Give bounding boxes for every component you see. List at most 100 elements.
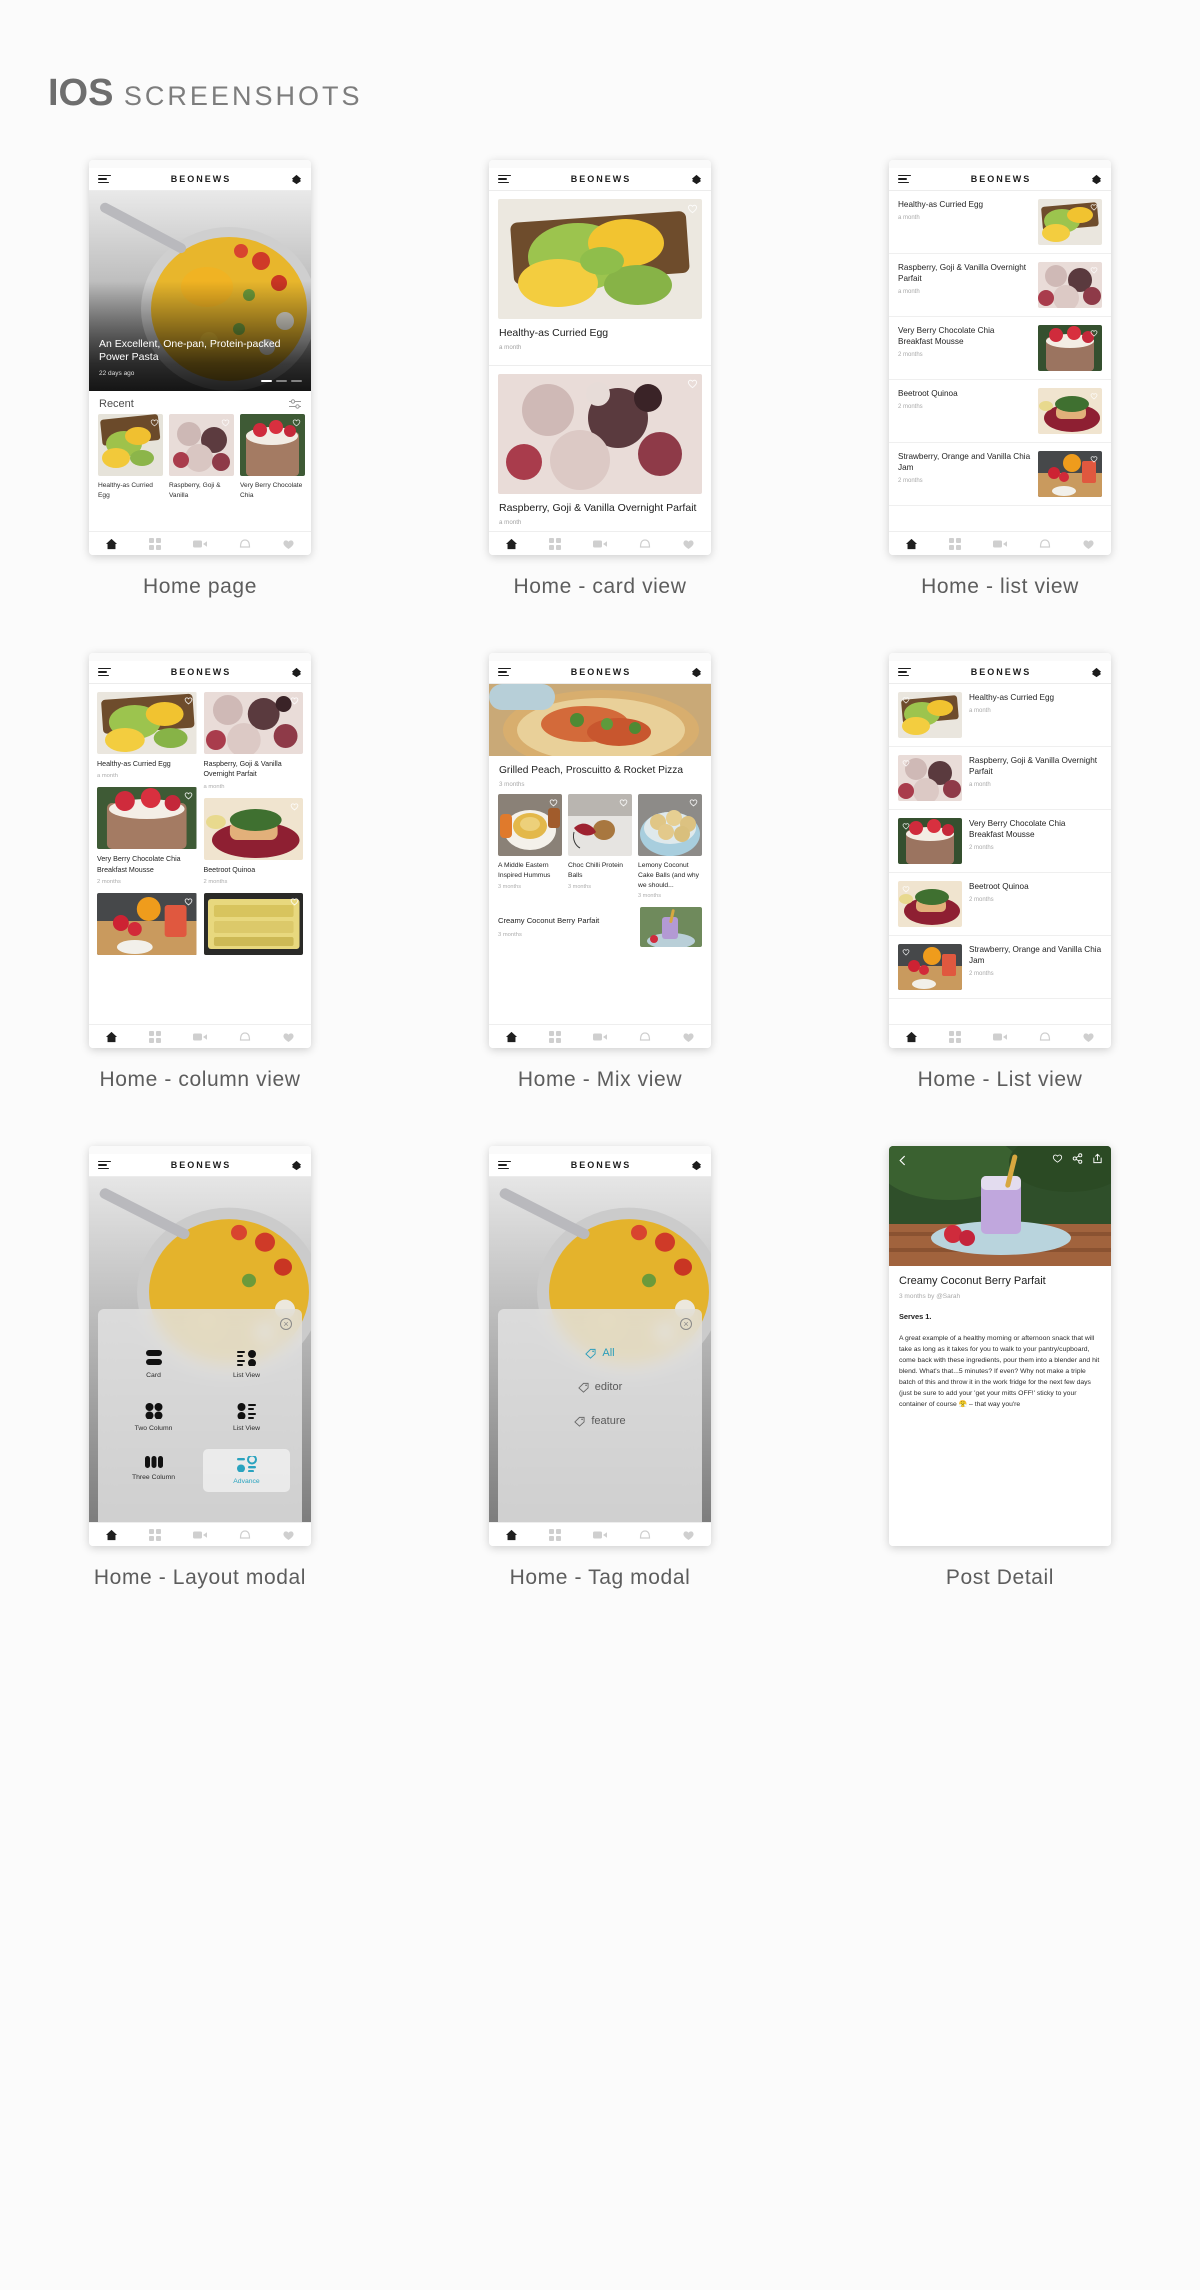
hamburger-icon[interactable] bbox=[498, 174, 511, 184]
diamond-icon[interactable] bbox=[1091, 667, 1102, 678]
list-item[interactable]: Very Berry Chocolate Chia Breakfast Mous… bbox=[889, 810, 1111, 873]
layout-option-list-view-left[interactable]: List View bbox=[203, 1396, 290, 1439]
recent-item[interactable]: Raspberry, Goji & Vanilla bbox=[169, 414, 234, 500]
back-button[interactable] bbox=[897, 1153, 908, 1171]
video-icon[interactable] bbox=[192, 1530, 207, 1540]
grid-icon[interactable] bbox=[549, 537, 562, 550]
layout-option-list-view-right[interactable]: List View bbox=[203, 1343, 290, 1386]
list-item[interactable]: Strawberry, Orange and Vanilla Chia Jam … bbox=[889, 443, 1111, 506]
list-item[interactable]: Raspberry, Goji & Vanilla Overnight Parf… bbox=[889, 254, 1111, 317]
layout-option-three-column[interactable]: Three Column bbox=[110, 1449, 197, 1492]
share-icon[interactable] bbox=[1072, 1153, 1083, 1164]
bell-icon[interactable] bbox=[239, 1529, 251, 1541]
hamburger-icon[interactable] bbox=[98, 1160, 111, 1170]
grid-icon[interactable] bbox=[549, 1528, 562, 1541]
column-item[interactable] bbox=[97, 892, 197, 955]
carousel-dots[interactable] bbox=[261, 380, 302, 382]
home-icon[interactable] bbox=[105, 538, 118, 550]
video-icon[interactable] bbox=[992, 1032, 1007, 1042]
heart-icon[interactable] bbox=[292, 418, 301, 427]
heart-icon[interactable] bbox=[184, 897, 193, 906]
bell-icon[interactable] bbox=[1039, 538, 1051, 550]
heart-icon[interactable] bbox=[682, 1529, 695, 1541]
video-icon[interactable] bbox=[592, 539, 607, 549]
heart-icon[interactable] bbox=[1082, 1031, 1095, 1043]
heart-icon[interactable] bbox=[282, 538, 295, 550]
heart-icon[interactable] bbox=[682, 1031, 695, 1043]
column-item[interactable]: Very Berry Chocolate Chia Breakfast Mous… bbox=[97, 787, 197, 885]
diamond-icon[interactable] bbox=[291, 667, 302, 678]
heart-icon[interactable] bbox=[184, 791, 193, 800]
mix-list-item[interactable]: Creamy Coconut Berry Parfait 3 months bbox=[489, 899, 711, 955]
card-item[interactable]: Raspberry, Goji & Vanilla Overnight Parf… bbox=[489, 374, 711, 531]
heart-icon[interactable] bbox=[549, 798, 558, 807]
diamond-icon[interactable] bbox=[691, 667, 702, 678]
hamburger-icon[interactable] bbox=[898, 174, 911, 184]
heart-icon[interactable] bbox=[282, 1529, 295, 1541]
heart-icon[interactable] bbox=[689, 798, 698, 807]
heart-icon[interactable] bbox=[221, 418, 230, 427]
triple-item[interactable]: Lemony Coconut Cake Balls (and why we sh… bbox=[638, 794, 702, 899]
home-icon[interactable] bbox=[905, 1031, 918, 1043]
home-icon[interactable] bbox=[505, 538, 518, 550]
home-icon[interactable] bbox=[105, 1031, 118, 1043]
video-icon[interactable] bbox=[592, 1530, 607, 1540]
heart-icon[interactable] bbox=[290, 802, 299, 811]
triple-item[interactable]: Choc Chilli Protein Balls 3 months bbox=[568, 794, 632, 899]
feature-image[interactable] bbox=[489, 684, 711, 756]
heart-icon[interactable] bbox=[290, 696, 299, 705]
heart-icon[interactable] bbox=[902, 948, 910, 956]
hamburger-icon[interactable] bbox=[498, 1160, 511, 1170]
heart-icon[interactable] bbox=[1090, 203, 1098, 211]
heart-icon[interactable] bbox=[184, 696, 193, 705]
grid-icon[interactable] bbox=[949, 537, 962, 550]
tag-option-editor[interactable]: editor bbox=[577, 1381, 622, 1393]
home-icon[interactable] bbox=[505, 1031, 518, 1043]
heart-icon[interactable] bbox=[150, 418, 159, 427]
list-item[interactable]: Healthy-as Curried Egg a month bbox=[889, 684, 1111, 747]
column-item[interactable] bbox=[203, 892, 303, 955]
diamond-icon[interactable] bbox=[291, 174, 302, 185]
heart-icon[interactable] bbox=[1090, 392, 1098, 400]
home-icon[interactable] bbox=[905, 538, 918, 550]
diamond-icon[interactable] bbox=[1091, 174, 1102, 185]
recent-item[interactable]: Healthy-as Curried Egg bbox=[98, 414, 163, 500]
grid-icon[interactable] bbox=[149, 1528, 162, 1541]
triple-item[interactable]: A Middle Eastern Inspired Hummus 3 month… bbox=[498, 794, 562, 899]
grid-icon[interactable] bbox=[149, 1030, 162, 1043]
heart-icon[interactable] bbox=[1082, 538, 1095, 550]
bell-icon[interactable] bbox=[239, 538, 251, 550]
sliders-icon[interactable] bbox=[289, 399, 301, 409]
video-icon[interactable] bbox=[592, 1032, 607, 1042]
list-item[interactable]: Strawberry, Orange and Vanilla Chia Jam … bbox=[889, 936, 1111, 999]
home-icon[interactable] bbox=[105, 1529, 118, 1541]
close-circle-icon[interactable]: × bbox=[280, 1318, 292, 1330]
recent-item[interactable]: Very Berry Chocolate Chia bbox=[240, 414, 305, 500]
video-icon[interactable] bbox=[992, 539, 1007, 549]
heart-icon[interactable] bbox=[619, 798, 628, 807]
hamburger-icon[interactable] bbox=[498, 667, 511, 677]
bell-icon[interactable] bbox=[639, 538, 651, 550]
tag-option-feature[interactable]: feature bbox=[574, 1415, 626, 1427]
layout-option-two-column[interactable]: Two Column bbox=[110, 1396, 197, 1439]
heart-icon[interactable] bbox=[1052, 1153, 1063, 1163]
home-icon[interactable] bbox=[505, 1529, 518, 1541]
bell-icon[interactable] bbox=[1039, 1031, 1051, 1043]
layout-option-card[interactable]: Card bbox=[110, 1343, 197, 1386]
heart-icon[interactable] bbox=[290, 897, 299, 906]
heart-icon[interactable] bbox=[687, 203, 698, 214]
grid-icon[interactable] bbox=[149, 537, 162, 550]
bell-icon[interactable] bbox=[639, 1031, 651, 1043]
column-item[interactable]: Beetroot Quinoa 2 months bbox=[203, 797, 303, 885]
video-icon[interactable] bbox=[192, 1032, 207, 1042]
bell-icon[interactable] bbox=[639, 1529, 651, 1541]
heart-icon[interactable] bbox=[902, 822, 910, 830]
heart-icon[interactable] bbox=[902, 885, 910, 893]
grid-icon[interactable] bbox=[949, 1030, 962, 1043]
column-item[interactable]: Healthy-as Curried Egg a month bbox=[97, 692, 197, 779]
list-item[interactable]: Raspberry, Goji & Vanilla Overnight Parf… bbox=[889, 747, 1111, 810]
heart-icon[interactable] bbox=[1090, 329, 1098, 337]
heart-icon[interactable] bbox=[1090, 266, 1098, 274]
close-circle-icon[interactable]: × bbox=[680, 1318, 692, 1330]
diamond-icon[interactable] bbox=[691, 174, 702, 185]
